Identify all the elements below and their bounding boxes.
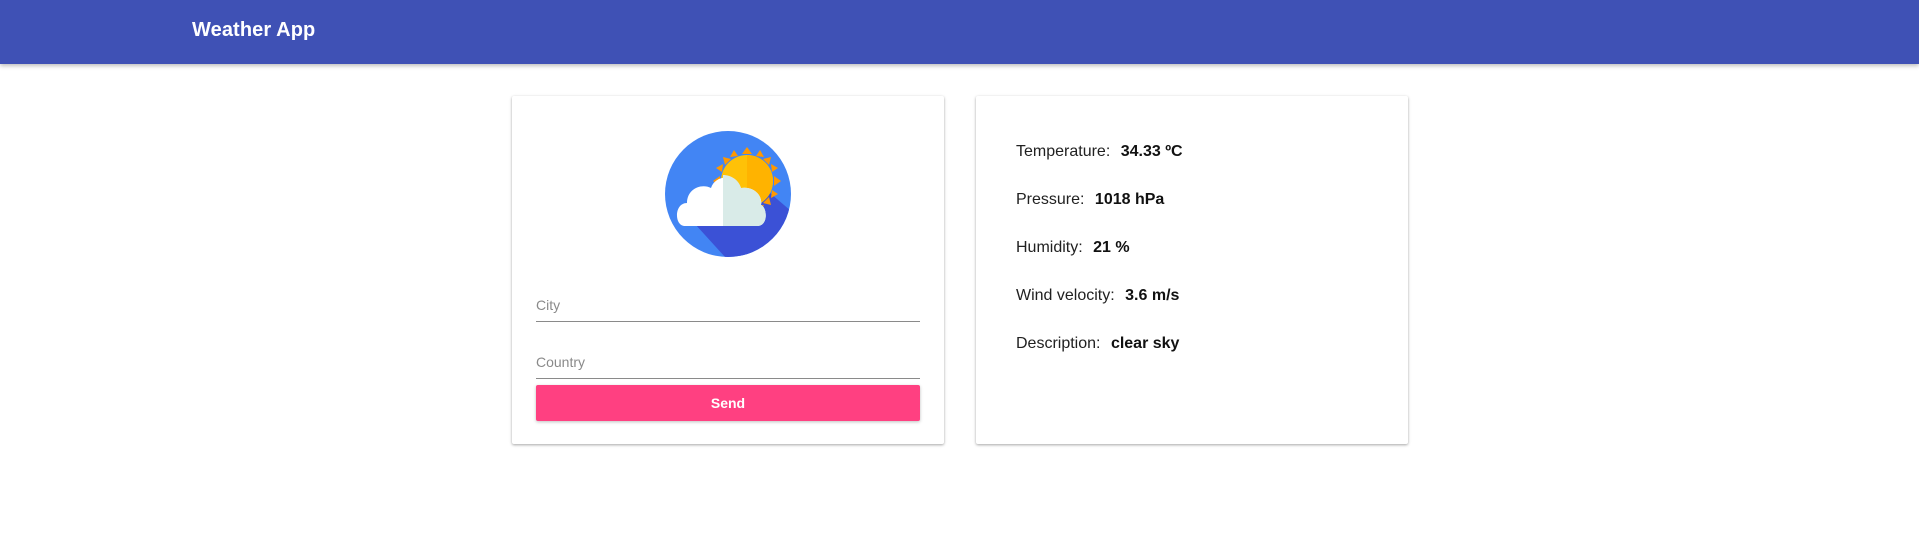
pressure-value: 1018 hPa (1094, 191, 1165, 208)
humidity-value: 21 % (1093, 239, 1130, 256)
app-bar: Weather App (0, 0, 1919, 64)
partly-cloudy-weather-icon (665, 131, 791, 257)
wind-velocity-row: Wind velocity: 3.6 m/s (1016, 286, 1183, 334)
city-input[interactable] (536, 290, 920, 322)
humidity-label: Humidity: (1016, 239, 1083, 256)
temperature-row: Temperature: 34.33 ºC (1016, 142, 1183, 190)
country-input[interactable] (536, 347, 920, 379)
pressure-row: Pressure: 1018 hPa (1016, 190, 1183, 238)
description-label: Description: (1016, 335, 1101, 352)
weather-info-list: Temperature: 34.33 ºC Pressure: 1018 hPa… (1016, 142, 1183, 382)
humidity-row: Humidity: 21 % (1016, 238, 1183, 286)
temperature-value: 34.33 ºC (1120, 143, 1183, 160)
app-title: Weather App (192, 19, 316, 41)
search-form-card: Send (512, 96, 944, 444)
weather-info-card: Temperature: 34.33 ºC Pressure: 1018 hPa… (976, 96, 1408, 444)
description-row: Description: clear sky (1016, 334, 1183, 382)
send-button[interactable]: Send (536, 385, 920, 421)
city-field[interactable] (536, 282, 920, 322)
wind-velocity-value: 3.6 m/s (1125, 287, 1180, 304)
description-value: clear sky (1110, 335, 1180, 352)
temperature-label: Temperature: (1016, 143, 1111, 160)
wind-velocity-label: Wind velocity: (1016, 287, 1115, 304)
country-field[interactable] (536, 339, 920, 379)
pressure-label: Pressure: (1016, 191, 1085, 208)
